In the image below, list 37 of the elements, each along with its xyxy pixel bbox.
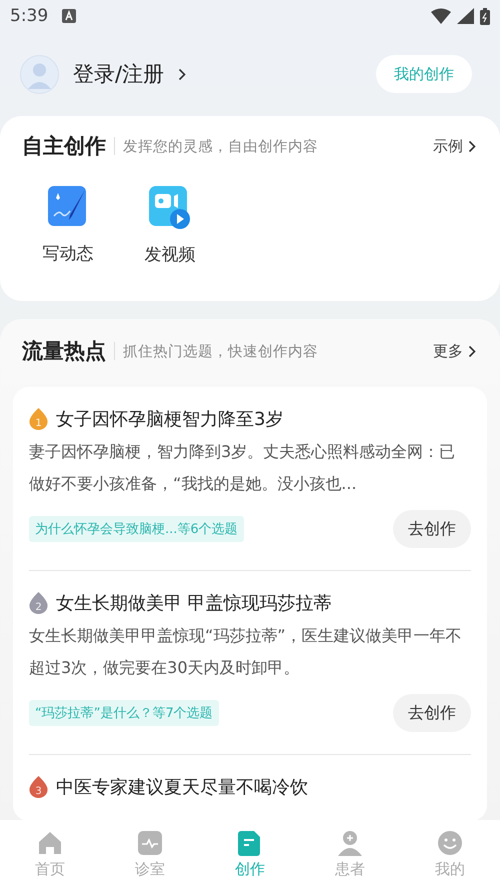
document-icon (237, 830, 263, 856)
example-link[interactable]: 示例 (433, 136, 476, 156)
signal-icon (457, 8, 474, 24)
status-time: 5:39 (10, 6, 48, 26)
wifi-icon (431, 8, 451, 24)
login-link[interactable]: 登录/注册 (73, 60, 186, 88)
rank-flame-icon: 2 (29, 592, 48, 614)
smiley-icon (437, 830, 463, 856)
section-title: 流量热点 (22, 338, 106, 365)
chevron-icon (468, 140, 476, 152)
topic-summary: 妻子因怀孕脑梗，智力降到3岁。丈夫悉心照料感动全网：已做好不要小孩准备，“我找的是她。没小孩也... (29, 441, 456, 495)
video-icon (149, 186, 191, 229)
topic-summary: 女生长期做美甲甲盖惊现“玛莎拉蒂”，医生建议做美甲一年不超过3次，做完要在30天内及时卸甲。 (29, 625, 463, 679)
home-icon (37, 830, 63, 856)
section-title: 自主创作 (22, 133, 106, 160)
topic-tag: “玛莎拉蒂”是什么？等7个选题 (29, 700, 219, 726)
section-subtitle: 发挥您的灵感，自由创作内容 (123, 138, 318, 156)
rank-flame-icon: 3 (29, 776, 48, 798)
topic-title: 中医专家建议夏天尽量不喝冷饮 (56, 776, 308, 799)
keyboard-icon (62, 9, 76, 23)
pen-icon (48, 186, 88, 228)
chevron-icon (468, 344, 476, 358)
create-button[interactable]: 去创作 (393, 694, 471, 732)
post-video-button[interactable]: 发视频 (136, 186, 204, 266)
battery-icon (480, 8, 490, 24)
topic-title: 女子因怀孕脑梗智力降至3岁 (56, 408, 284, 431)
write-post-button[interactable]: 写动态 (34, 186, 102, 266)
chevron-icon (178, 68, 186, 80)
section-subtitle: 抓住热门选题，快速创作内容 (123, 342, 318, 360)
topic-tag: 为什么怀孕会导致脑梗...等6个选题 (29, 516, 244, 542)
person-icon (337, 830, 363, 856)
rank-flame-icon: 1 (29, 408, 48, 430)
pulse-icon (137, 830, 163, 856)
topic-title: 女生长期做美甲 甲盖惊现玛莎拉蒂 (56, 592, 332, 615)
avatar-icon (20, 54, 59, 94)
create-button[interactable]: 去创作 (393, 510, 471, 548)
more-link[interactable]: 更多 (433, 342, 476, 360)
